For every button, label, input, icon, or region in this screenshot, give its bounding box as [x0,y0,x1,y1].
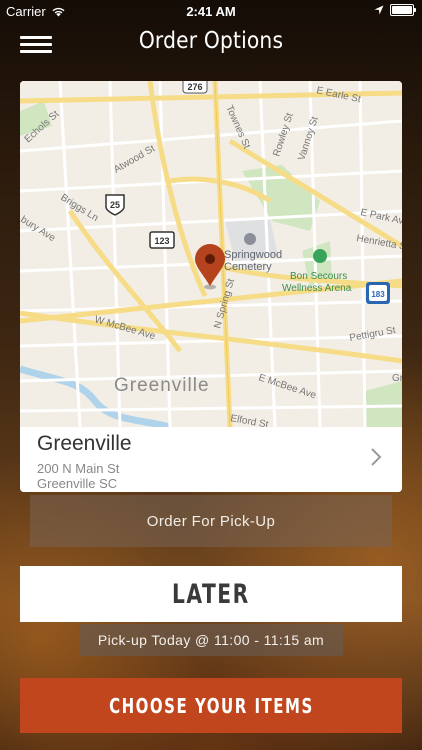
status-bar: Carrier 2:41 AM [0,0,422,22]
cemetery-icon [244,233,256,245]
location-arrow-icon [374,5,384,15]
location-address: 200 N Main St Greenville SC [37,461,119,491]
svg-text:276: 276 [187,82,202,92]
location-name: Greenville [37,432,132,455]
svg-text:183: 183 [371,290,385,299]
status-time: 2:41 AM [186,4,236,19]
order-mode-label[interactable]: Order For Pick-Up [30,495,392,547]
highway-shield-25: 25 [105,194,125,216]
location-card: Echols St Atwood St Briggs Ln bury Ave T… [20,81,402,492]
choose-items-label: CHOOSE YOUR ITEMS [108,693,314,718]
highway-shield-276: 276 [182,81,208,94]
svg-text:123: 123 [154,236,169,246]
highway-shield-183: 183 [366,282,390,304]
nav-bar: Order Options [0,22,422,66]
chevron-right-icon[interactable] [370,447,382,467]
later-button-label: LATER [172,578,250,610]
highway-shield-123: 123 [149,231,175,249]
choose-items-button[interactable]: CHOOSE YOUR ITEMS [20,678,402,733]
street-label: Grove [392,373,402,384]
address-line-2: Greenville SC [37,476,118,491]
location-details[interactable]: Greenville 200 N Main St Greenville SC [20,427,402,492]
pickup-time-label: Pick-up Today @ 11:00 - 11:15 am [79,624,343,656]
poi-label-arena: Bon Secours Wellness Arena [282,271,352,294]
battery-icon [390,4,416,16]
later-button[interactable]: LATER [20,566,402,622]
map-city-label: Greenville [114,375,210,396]
map-graphic: Echols St Atwood St Briggs Ln bury Ave T… [20,81,402,431]
svg-text:25: 25 [110,200,120,210]
page-title: Order Options [138,28,284,54]
location-map[interactable]: Echols St Atwood St Briggs Ln bury Ave T… [20,81,402,431]
status-right [374,4,416,16]
address-line-1: 200 N Main St [37,461,120,476]
arena-icon [313,249,327,263]
